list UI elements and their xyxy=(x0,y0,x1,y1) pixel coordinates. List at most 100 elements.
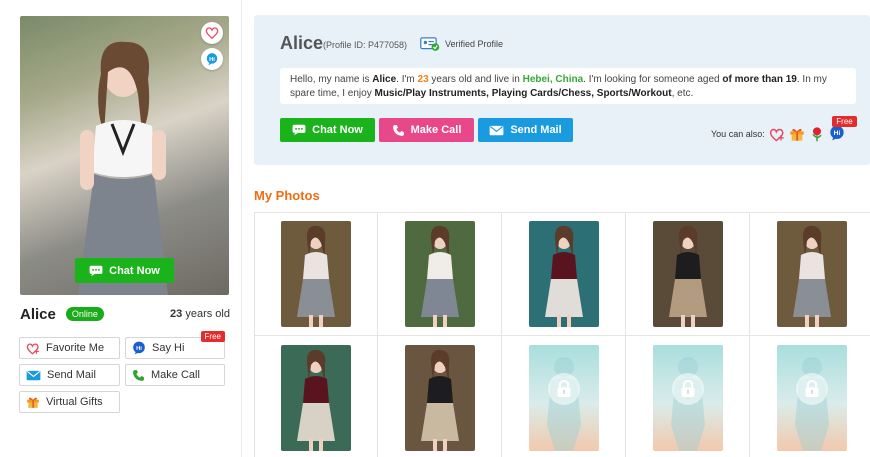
photo-grid xyxy=(254,212,870,457)
envelope-icon xyxy=(489,125,504,135)
bio-text: . I'm xyxy=(396,74,418,85)
profile-photo-thumbnail[interactable] xyxy=(777,221,847,327)
make-call-primary-button[interactable]: Make Call xyxy=(379,118,474,142)
id-card-check-icon xyxy=(420,37,440,51)
send-mail-label: Send Mail xyxy=(47,369,96,381)
photo-cell xyxy=(378,212,502,336)
verified-profile-label: Verified Profile xyxy=(445,39,504,49)
virtual-gifts-button[interactable]: Virtual Gifts xyxy=(19,391,120,413)
photo-cell xyxy=(502,212,626,336)
profile-photo-illustration xyxy=(78,41,168,295)
profile-photo-thumbnail[interactable] xyxy=(529,221,599,327)
lock-icon xyxy=(796,373,828,405)
favorite-me-label: Favorite Me xyxy=(46,342,105,354)
you-can-also-bar: You can also: Hi Free xyxy=(711,116,857,143)
photo-figure xyxy=(421,349,459,451)
you-can-also-label: You can also: xyxy=(711,129,765,139)
rose-icon[interactable] xyxy=(809,126,825,142)
say-hi-free-tag: Free xyxy=(200,331,225,342)
photo-cell xyxy=(254,336,378,457)
profile-sidebar: Hi Chat Now Alice Online 23 years old Fa… xyxy=(0,0,242,457)
make-call-primary-label: Make Call xyxy=(410,124,462,136)
send-mail-primary-button[interactable]: Send Mail xyxy=(478,118,573,142)
hi-bubble-icon: Hi xyxy=(133,341,145,355)
profile-id: (Profile ID: P477058) xyxy=(323,40,408,50)
photo-cell xyxy=(750,336,870,457)
age-suffix: years old xyxy=(182,308,230,320)
photo-figure xyxy=(297,349,335,451)
bio-location: Hebei, China xyxy=(522,74,584,85)
bio-text: . I'm looking for someone aged xyxy=(583,74,723,85)
photo-cell xyxy=(254,212,378,336)
say-hi-small-wrapper[interactable]: Hi Free xyxy=(829,116,857,143)
send-mail-button[interactable]: Send Mail xyxy=(19,364,120,386)
photo-chat-now-button[interactable]: Chat Now xyxy=(75,258,174,283)
photo-cell xyxy=(502,336,626,457)
hi-bubble-icon: Hi xyxy=(830,125,844,141)
bio-hobbies: Music/Play Instruments, Playing Cards/Ch… xyxy=(374,88,672,99)
bio-text: years old and live in xyxy=(428,74,523,85)
locked-photo[interactable] xyxy=(777,345,847,451)
gift-icon[interactable] xyxy=(789,126,805,142)
say-hi-label: Say Hi xyxy=(152,342,185,354)
profile-photo-thumbnail[interactable] xyxy=(405,345,475,451)
say-hi-button[interactable]: Hi Say Hi Free xyxy=(125,331,225,359)
favorite-heart-icon[interactable] xyxy=(201,22,223,44)
phone-icon xyxy=(392,124,404,136)
photo-cell xyxy=(626,336,750,457)
profile-photo-thumbnail[interactable] xyxy=(281,221,351,327)
virtual-gifts-label: Virtual Gifts xyxy=(46,396,103,408)
envelope-icon xyxy=(26,370,41,380)
profile-photo-thumbnail[interactable] xyxy=(281,345,351,451)
profile-name: Alice xyxy=(20,305,56,323)
svg-text:Hi: Hi xyxy=(833,130,840,137)
gift-icon xyxy=(27,397,39,408)
say-hi-small-free-tag: Free xyxy=(832,116,857,127)
heart-plus-icon[interactable] xyxy=(769,127,785,142)
profile-page: Hi Chat Now Alice Online 23 years old Fa… xyxy=(0,0,870,457)
photo-cell xyxy=(750,212,870,336)
photo-cell xyxy=(626,212,750,336)
bio-text: , etc. xyxy=(671,88,694,99)
verified-profile-badge: Verified Profile xyxy=(420,36,503,52)
photo-figure xyxy=(669,225,707,327)
profile-header-name: Alice xyxy=(280,33,324,53)
profile-bio: Hello, my name is Alice. I'm 23 years ol… xyxy=(280,68,856,104)
bio-text: Hello, my name is xyxy=(290,74,373,85)
photo-figure xyxy=(793,225,831,327)
chat-bubble-icon xyxy=(89,265,103,276)
locked-photo[interactable] xyxy=(529,345,599,451)
profile-photo-thumbnail[interactable] xyxy=(653,221,723,327)
chat-now-label: Chat Now xyxy=(312,124,363,136)
favorite-me-button[interactable]: Favorite Me xyxy=(19,337,120,359)
photo-figure xyxy=(297,225,335,327)
locked-photo[interactable] xyxy=(653,345,723,451)
photo-chat-now-label: Chat Now xyxy=(109,264,160,277)
age-text: 23 years old xyxy=(170,308,230,320)
online-status-badge: Online xyxy=(65,307,104,321)
bio-seeking-age: of more than 19 xyxy=(722,74,797,85)
phone-icon xyxy=(133,369,144,381)
lock-icon xyxy=(672,373,704,405)
profile-info-card: Alice (Profile ID: P477058) Verified Pro… xyxy=(254,15,870,165)
chat-bubble-icon xyxy=(292,124,306,136)
name-row: Alice Online 23 years old xyxy=(20,304,230,324)
heart-plus-icon xyxy=(26,342,39,355)
send-mail-primary-label: Send Mail xyxy=(510,124,562,136)
svg-text:Hi: Hi xyxy=(136,346,142,352)
chat-now-button[interactable]: Chat Now xyxy=(280,118,375,142)
main-profile-photo[interactable]: Hi Chat Now xyxy=(20,16,229,295)
photo-figure xyxy=(421,225,459,327)
svg-text:Hi: Hi xyxy=(209,57,215,63)
profile-photo-thumbnail[interactable] xyxy=(405,221,475,327)
say-hi-icon[interactable]: Hi xyxy=(201,48,223,70)
lock-icon xyxy=(548,373,580,405)
age-number: 23 xyxy=(170,308,183,320)
bio-name: Alice xyxy=(372,74,397,85)
bio-age: 23 xyxy=(417,74,429,85)
photo-cell xyxy=(378,336,502,457)
make-call-label: Make Call xyxy=(151,369,200,381)
photo-figure xyxy=(545,225,583,327)
make-call-button[interactable]: Make Call xyxy=(125,364,225,386)
my-photos-heading: My Photos xyxy=(254,188,320,203)
